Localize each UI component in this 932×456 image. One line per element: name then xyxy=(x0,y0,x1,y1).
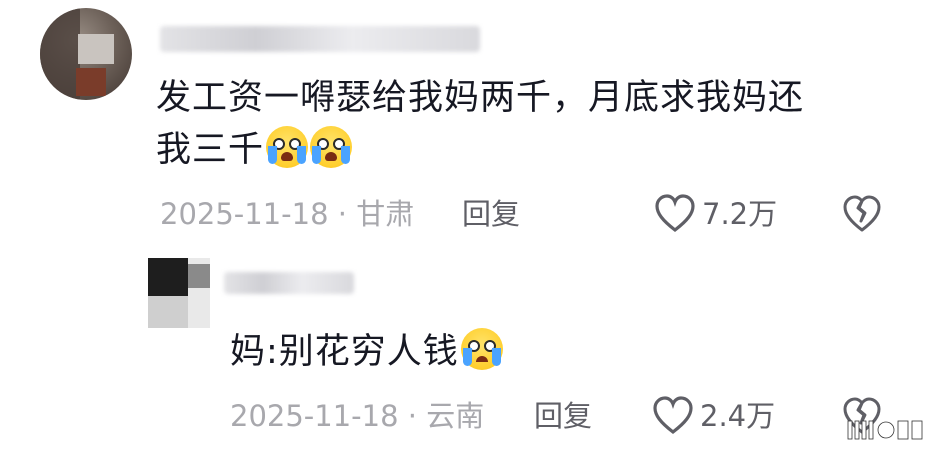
crying-laughing-emoji-icon xyxy=(310,126,353,168)
comment-line-2: 我三千 xyxy=(156,130,265,170)
reply-button[interactable]: 回复 xyxy=(462,194,520,234)
comment-line-1: 发工资一嘚瑟给我妈两千，月底求我妈还 xyxy=(156,78,805,118)
comment-meta: 2025-11-18 · 甘肃 xyxy=(160,194,414,234)
like-count: 7.2万 xyxy=(702,197,778,231)
reply-text-content: 妈:别花穷人钱 xyxy=(230,332,459,372)
comment-date: 2025-11-18 xyxy=(160,197,329,231)
reply-text[interactable]: 妈:别花穷人钱 xyxy=(230,326,503,378)
reply-username-blurred[interactable] xyxy=(224,272,354,294)
reply-to-reply-button[interactable]: 回复 xyxy=(534,396,592,436)
meta-separator: · xyxy=(407,399,417,433)
broken-heart-icon xyxy=(843,195,881,232)
heart-icon xyxy=(653,396,693,435)
avatar[interactable] xyxy=(40,8,132,100)
crying-emoji-icon xyxy=(460,328,503,370)
comment-location: 甘肃 xyxy=(356,197,415,231)
dislike-button[interactable] xyxy=(842,194,882,234)
reply-like-count: 2.4万 xyxy=(700,399,776,433)
reply-meta: 2025-11-18 · 云南 xyxy=(230,396,484,436)
heart-icon xyxy=(655,194,695,233)
comment-text[interactable]: 发工资一嘚瑟给我妈两千，月底求我妈还 我三千 xyxy=(156,72,896,176)
watermark-logo xyxy=(846,410,924,450)
reply-date: 2025-11-18 xyxy=(230,399,399,433)
reply-location: 云南 xyxy=(426,399,485,433)
reply-avatar[interactable] xyxy=(148,258,210,328)
like-button[interactable]: 7.2万 xyxy=(654,194,777,234)
username-blurred[interactable] xyxy=(160,26,480,52)
watermark-icon xyxy=(847,420,923,440)
meta-separator: · xyxy=(337,197,347,231)
crying-laughing-emoji-icon xyxy=(266,126,309,168)
reply-like-button[interactable]: 2.4万 xyxy=(652,396,775,436)
